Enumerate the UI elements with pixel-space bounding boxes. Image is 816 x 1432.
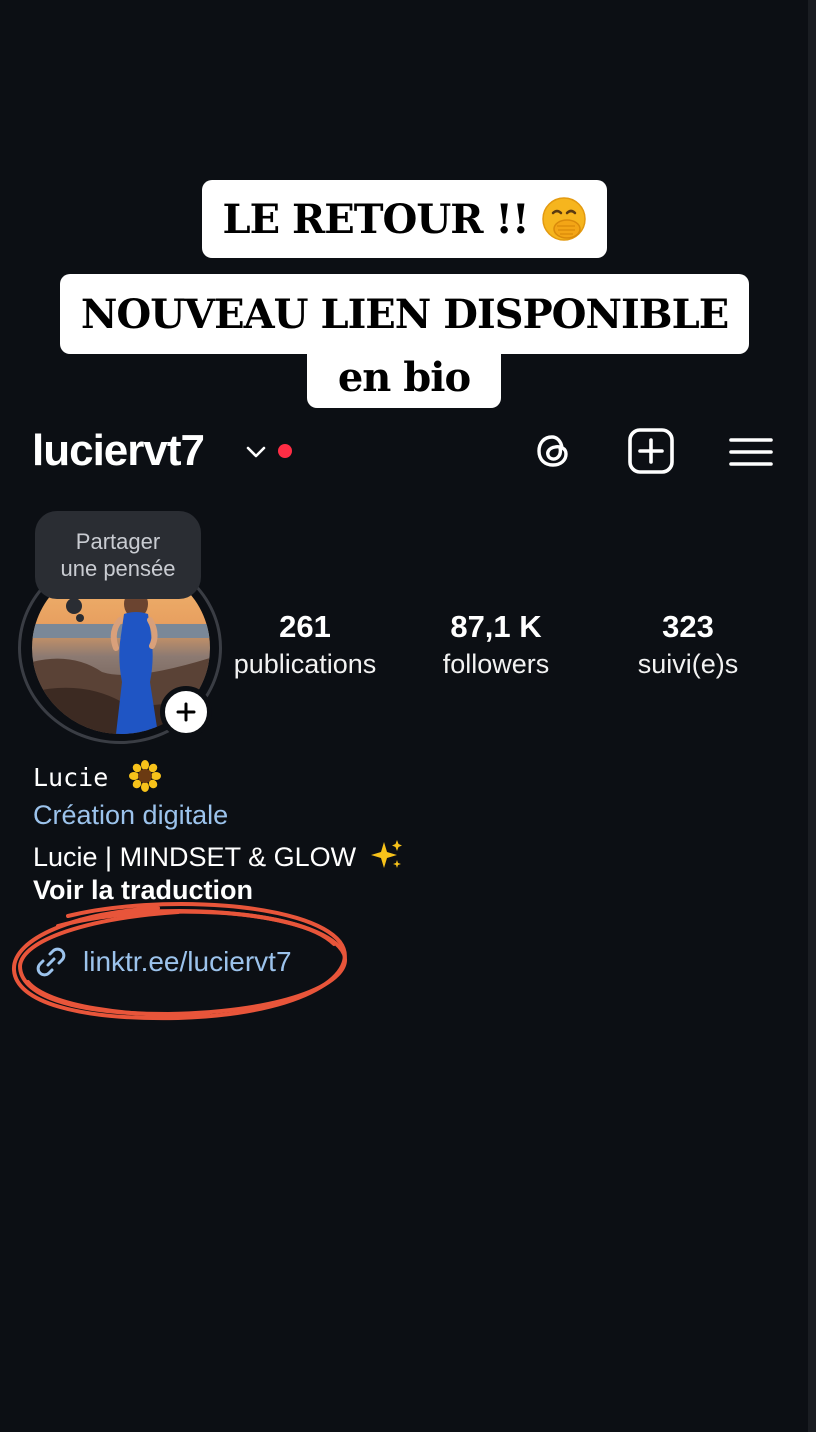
sparkles-icon: [370, 840, 402, 868]
threads-icon[interactable]: [528, 426, 578, 476]
bio-link-text: linktr.ee/luciervt7: [83, 946, 292, 977]
caption-le-retour: LE RETOUR !!: [202, 180, 607, 258]
stat-value: 323: [662, 609, 714, 644]
link-icon: [36, 947, 66, 977]
bio-text-content: Lucie | MINDSET & GLOW: [33, 842, 357, 872]
profile-category[interactable]: Création digitale: [33, 800, 228, 831]
thought-bubble-tail-small: [76, 614, 84, 622]
menu-icon[interactable]: [726, 426, 776, 476]
face-with-hand-over-mouth-icon: [541, 197, 586, 241]
stat-following[interactable]: 323 suivi(e)s: [588, 608, 788, 682]
add-story-button[interactable]: [160, 686, 212, 738]
stat-publications[interactable]: 261 publications: [205, 608, 405, 682]
thought-bubble-tail: [66, 598, 82, 614]
chevron-down-icon[interactable]: [244, 440, 268, 464]
notification-dot: [278, 444, 292, 458]
thought-bubble[interactable]: Partager une pensée: [35, 511, 201, 599]
profile-name: Lucie: [33, 760, 162, 792]
username[interactable]: luciervt7: [32, 426, 205, 476]
stat-followers[interactable]: 87,1 K followers: [396, 608, 596, 682]
stat-value: 261: [279, 609, 331, 644]
caption-en-bio: en bio: [307, 346, 501, 408]
profile-header: luciervt7: [0, 418, 808, 488]
caption-line3: en bio: [337, 353, 471, 401]
caption-line2: NOUVEAU LIEN DISPONIBLE: [80, 290, 729, 338]
see-translation-button[interactable]: Voir la traduction: [33, 875, 253, 906]
screen-edge: [808, 0, 816, 1432]
bio-link[interactable]: linktr.ee/luciervt7: [33, 940, 292, 984]
stat-label: suivi(e)s: [637, 649, 739, 679]
caption-line1: LE RETOUR !!: [222, 195, 529, 243]
stat-label: followers: [442, 649, 550, 679]
caption-nouveau-lien: NOUVEAU LIEN DISPONIBLE: [60, 274, 749, 354]
thought-bubble-line1: Partager: [75, 529, 161, 554]
plus-icon: [176, 702, 196, 722]
sunflower-icon: [129, 760, 162, 792]
bio-text: Lucie | MINDSET & GLOW: [33, 838, 404, 873]
thought-bubble-line2: une pensée: [60, 556, 176, 581]
stat-value: 87,1 K: [450, 609, 542, 644]
stat-label: publications: [233, 649, 377, 679]
profile-name-text: Lucie: [33, 763, 109, 792]
add-post-icon[interactable]: [626, 426, 676, 476]
